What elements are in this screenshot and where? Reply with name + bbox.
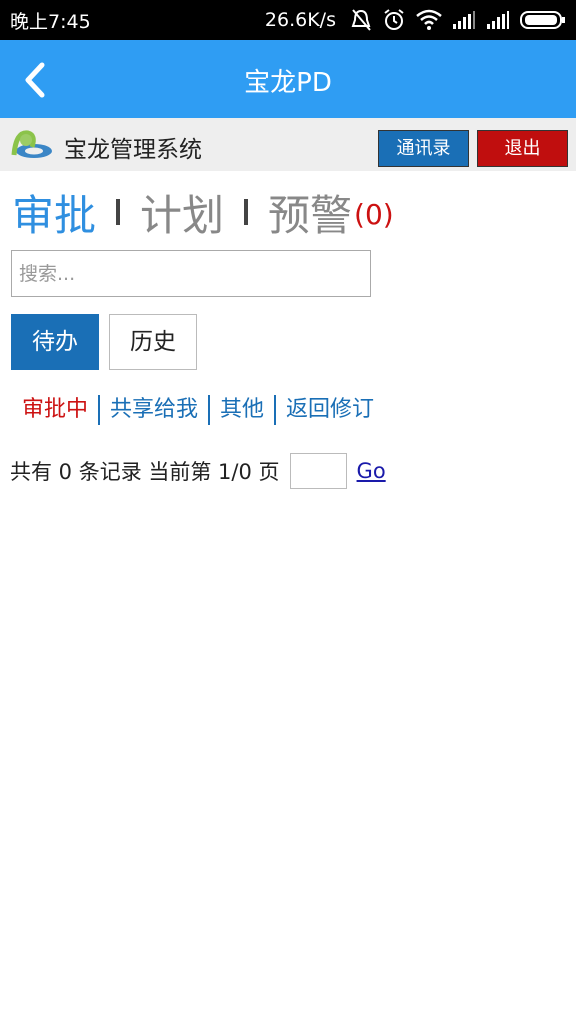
- battery-icon: [520, 11, 565, 29]
- filter-returned-revision[interactable]: 返回修订: [276, 395, 384, 425]
- pager-summary: 共有 0 条记录 当前第 1/0 页: [10, 460, 280, 484]
- tab-divider: [116, 199, 121, 225]
- tab-plan[interactable]: 计划: [140, 182, 224, 243]
- tab-divider: [244, 199, 249, 225]
- filter-bar: 审批中 共享给我 其他 返回修订: [22, 394, 384, 426]
- signal-icon: [487, 11, 509, 29]
- signal-icon: [453, 11, 475, 29]
- main-tabs: 审批 计划 预警 (0): [12, 184, 394, 240]
- subtab-pending[interactable]: 待办: [11, 314, 99, 370]
- subtab-history[interactable]: 历史: [109, 314, 197, 370]
- status-icons: 26.6K/s: [265, 6, 566, 34]
- filter-in-approval[interactable]: 审批中: [22, 395, 101, 425]
- go-link[interactable]: Go: [357, 459, 386, 483]
- status-time: 晚上7:45: [10, 11, 91, 33]
- system-bar: 宝龙管理系统 通讯录 退出: [0, 118, 576, 171]
- wifi-icon: [416, 9, 442, 30]
- search-input[interactable]: [11, 250, 371, 297]
- tab-warning[interactable]: 预警: [268, 182, 352, 243]
- app-header: 宝龙PD: [0, 40, 576, 118]
- system-name: 宝龙管理系统: [64, 137, 202, 163]
- tab-approve[interactable]: 审批: [12, 182, 96, 243]
- page-number-input[interactable]: [289, 453, 347, 489]
- page-title: 宝龙PD: [244, 68, 332, 98]
- logo-icon: [11, 130, 52, 158]
- warning-count-badge: (0): [354, 197, 394, 231]
- filter-shared-to-me[interactable]: 共享给我: [100, 395, 211, 425]
- network-speed: 26.6K/s: [264, 9, 336, 31]
- logout-button[interactable]: 退出: [477, 130, 568, 167]
- status-bar: 晚上7:45 26.6K/s: [0, 0, 576, 40]
- pager: 共有 0 条记录 当前第 1/0 页 Go: [10, 452, 386, 490]
- alarm-icon: [384, 9, 404, 30]
- contacts-button[interactable]: 通讯录: [378, 130, 469, 167]
- mute-bell-icon: [351, 9, 371, 31]
- filter-other[interactable]: 其他: [210, 395, 277, 425]
